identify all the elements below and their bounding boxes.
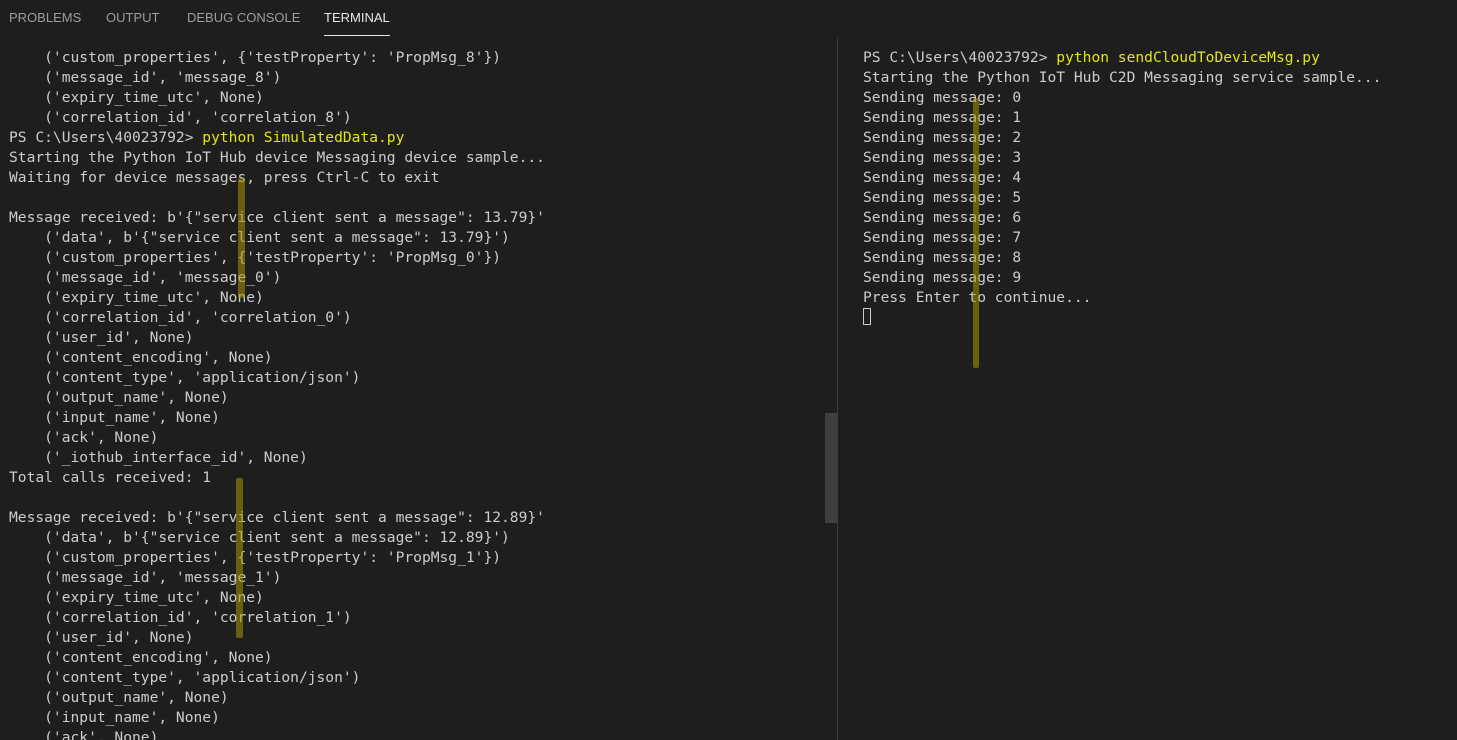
terminal-line: Sending message: 0 bbox=[863, 89, 1022, 106]
terminal-line: PS C:\Users\40023792> python SimulatedDa… bbox=[9, 129, 405, 146]
terminal-line: ('ack', None) bbox=[9, 729, 159, 740]
split-divider[interactable] bbox=[837, 38, 838, 740]
terminal-line: ('correlation_id', 'correlation_1') bbox=[9, 609, 352, 626]
panel-tab-bar: PROBLEMS OUTPUT DEBUG CONSOLE TERMINAL bbox=[0, 0, 1457, 36]
terminal-scrollbar[interactable] bbox=[825, 38, 837, 740]
terminal-line: Sending message: 8 bbox=[863, 249, 1022, 266]
terminal-line: ('user_id', None) bbox=[9, 329, 194, 346]
terminal-line: ('correlation_id', 'correlation_0') bbox=[9, 309, 352, 326]
terminal-line: Sending message: 2 bbox=[863, 129, 1022, 146]
terminal-line: Message received: b'{"service client sen… bbox=[9, 209, 545, 226]
terminal-line: Press Enter to continue... bbox=[863, 289, 1092, 306]
terminal-line: ('data', b'{"service client sent a messa… bbox=[9, 229, 510, 246]
terminal-line: Sending message: 5 bbox=[863, 189, 1022, 206]
terminal-line: Starting the Python IoT Hub C2D Messagin… bbox=[863, 69, 1382, 86]
terminal-line: Sending message: 9 bbox=[863, 269, 1022, 286]
terminal-line: ('output_name', None) bbox=[9, 689, 229, 706]
terminal-line: ('custom_properties', {'testProperty': '… bbox=[9, 549, 502, 566]
terminal-line: ('output_name', None) bbox=[9, 389, 229, 406]
terminal-line: ('correlation_id', 'correlation_8') bbox=[9, 109, 352, 126]
tab-output[interactable]: OUTPUT bbox=[106, 10, 159, 36]
terminal-line: Total calls received: 1 bbox=[9, 469, 212, 486]
terminal-line: ('message_id', 'message_8') bbox=[9, 69, 282, 86]
terminal-line: ('expiry_time_utc', None) bbox=[9, 89, 264, 106]
terminal-line: Message received: b'{"service client sen… bbox=[9, 509, 545, 526]
terminal-line: Sending message: 7 bbox=[863, 229, 1022, 246]
terminal-line: Sending message: 3 bbox=[863, 149, 1022, 166]
terminal-output-right: PS C:\Users\40023792> python sendCloudTo… bbox=[863, 48, 1381, 328]
terminal-line: ('message_id', 'message_0') bbox=[9, 269, 282, 286]
terminal-pane-left[interactable]: ('custom_properties', {'testProperty': '… bbox=[0, 38, 825, 740]
annotation-stroke bbox=[236, 478, 243, 638]
terminal-cursor bbox=[863, 308, 871, 325]
tab-problems[interactable]: PROBLEMS bbox=[9, 10, 81, 36]
terminal-command: python sendCloudToDeviceMsg.py bbox=[1056, 49, 1320, 66]
terminal-line: ('expiry_time_utc', None) bbox=[9, 289, 264, 306]
scrollbar-thumb[interactable] bbox=[825, 413, 837, 523]
terminal-line: ('custom_properties', {'testProperty': '… bbox=[9, 49, 502, 66]
terminal-command: python SimulatedData.py bbox=[202, 129, 405, 146]
terminal-line: ('input_name', None) bbox=[9, 409, 220, 426]
terminal-line: ('content_type', 'application/json') bbox=[9, 669, 361, 686]
annotation-stroke bbox=[238, 178, 245, 298]
terminal-pane-right[interactable]: PS C:\Users\40023792> python sendCloudTo… bbox=[839, 38, 1457, 740]
tab-debug-console[interactable]: DEBUG CONSOLE bbox=[187, 10, 300, 36]
terminal-line: ('custom_properties', {'testProperty': '… bbox=[9, 249, 502, 266]
terminal-line: ('data', b'{"service client sent a messa… bbox=[9, 529, 510, 546]
terminal-line: Sending message: 4 bbox=[863, 169, 1022, 186]
terminal-line: ('message_id', 'message_1') bbox=[9, 569, 282, 586]
annotation-stroke bbox=[973, 98, 979, 368]
terminal-line: ('user_id', None) bbox=[9, 629, 194, 646]
terminal-line: Starting the Python IoT Hub device Messa… bbox=[9, 149, 545, 166]
terminal-line: Sending message: 1 bbox=[863, 109, 1022, 126]
terminal-line: Sending message: 6 bbox=[863, 209, 1022, 226]
tab-terminal[interactable]: TERMINAL bbox=[324, 10, 390, 36]
terminal-output-left: ('custom_properties', {'testProperty': '… bbox=[9, 48, 545, 740]
terminal-line: ('content_encoding', None) bbox=[9, 649, 273, 666]
terminal-line: ('ack', None) bbox=[9, 429, 159, 446]
terminal-line: ('content_type', 'application/json') bbox=[9, 369, 361, 386]
terminal-line: Waiting for device messages, press Ctrl-… bbox=[9, 169, 440, 186]
terminal-prompt-line[interactable] bbox=[863, 308, 1381, 328]
terminal-line: ('_iothub_interface_id', None) bbox=[9, 449, 308, 466]
terminal-line: ('input_name', None) bbox=[9, 709, 220, 726]
terminal-line: ('expiry_time_utc', None) bbox=[9, 589, 264, 606]
terminal-line: ('content_encoding', None) bbox=[9, 349, 273, 366]
terminal-line: PS C:\Users\40023792> python sendCloudTo… bbox=[863, 49, 1320, 66]
